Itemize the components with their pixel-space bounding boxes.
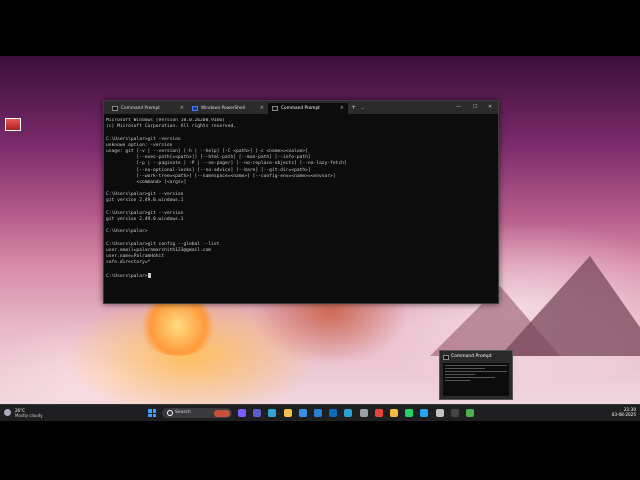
search-highlight-icon xyxy=(214,409,230,417)
store-icon[interactable] xyxy=(298,409,307,417)
tab-close-icon[interactable]: × xyxy=(260,105,264,111)
tab-bar: Command Prompt × Windows PowerShell × Co… xyxy=(104,101,498,114)
preview-thumbnail xyxy=(443,363,509,396)
weather-description: Mostly cloudy xyxy=(15,413,43,418)
chrome2-icon[interactable] xyxy=(466,409,474,417)
text-cursor xyxy=(147,272,151,278)
chrome-icon[interactable] xyxy=(374,409,383,417)
search-box[interactable]: Search xyxy=(162,408,232,418)
system-clock[interactable]: 21:30 03-08-2025 xyxy=(606,407,636,417)
start-button[interactable] xyxy=(148,409,156,417)
terminal-icon[interactable] xyxy=(450,409,459,417)
maximize-button[interactable]: ☐ xyxy=(473,104,477,110)
cmd-icon xyxy=(112,106,118,111)
shortcut-icon xyxy=(5,118,21,131)
console-line: C:\Users\palar> xyxy=(106,272,496,279)
tab-command-prompt-2[interactable]: Command Prompt × xyxy=(268,103,348,114)
outlook-icon[interactable] xyxy=(329,409,338,417)
tab-close-icon[interactable]: × xyxy=(340,105,344,111)
photos-icon[interactable] xyxy=(344,409,353,417)
gear-icon[interactable] xyxy=(435,409,444,417)
tab-dropdown-button[interactable]: ⌄ xyxy=(361,105,364,110)
settings-icon[interactable] xyxy=(359,409,368,417)
powershell-icon xyxy=(192,106,198,111)
tab-command-prompt-1[interactable]: Command Prompt × xyxy=(108,103,188,114)
tab-label: Command Prompt xyxy=(281,106,320,111)
weather-widget[interactable]: 26°C Mostly cloudy xyxy=(4,407,54,420)
tab-powershell[interactable]: Windows PowerShell × xyxy=(188,103,268,114)
desktop-shortcut[interactable] xyxy=(4,118,22,138)
new-tab-button[interactable]: + xyxy=(351,104,356,111)
teams-icon[interactable] xyxy=(253,409,262,417)
cmd-icon xyxy=(443,355,449,360)
copilot-icon[interactable] xyxy=(238,409,246,417)
terminal-window[interactable]: Command Prompt × Windows PowerShell × Co… xyxy=(103,100,499,304)
edge-icon[interactable] xyxy=(268,409,277,417)
search-icon xyxy=(167,410,173,416)
taskbar: 26°C Mostly cloudy Search 21:30 03-08-20… xyxy=(0,404,640,421)
console-output[interactable]: Microsoft Windows [Version 10.0.26200.91… xyxy=(106,118,496,300)
cloud-icon xyxy=(4,409,11,416)
cmd-icon xyxy=(272,106,278,111)
close-button[interactable]: ✕ xyxy=(488,104,492,110)
files-icon[interactable] xyxy=(390,409,398,417)
clock-date: 03-08-2025 xyxy=(611,412,636,417)
vscode-icon[interactable] xyxy=(420,409,429,417)
tab-label: Windows PowerShell xyxy=(201,106,246,111)
whatsapp-icon[interactable] xyxy=(405,409,414,417)
explorer-icon[interactable] xyxy=(283,409,292,417)
preview-title: Command Prompt xyxy=(451,354,492,359)
tab-label: Command Prompt xyxy=(121,106,160,111)
mail-icon[interactable] xyxy=(314,409,322,417)
search-label: Search xyxy=(175,410,191,415)
taskbar-window-preview[interactable]: Command Prompt xyxy=(439,350,513,400)
wallpaper-sun xyxy=(138,296,218,356)
minimize-button[interactable]: — xyxy=(456,104,461,110)
wallpaper-mountain xyxy=(500,256,640,356)
tab-close-icon[interactable]: × xyxy=(180,105,184,111)
